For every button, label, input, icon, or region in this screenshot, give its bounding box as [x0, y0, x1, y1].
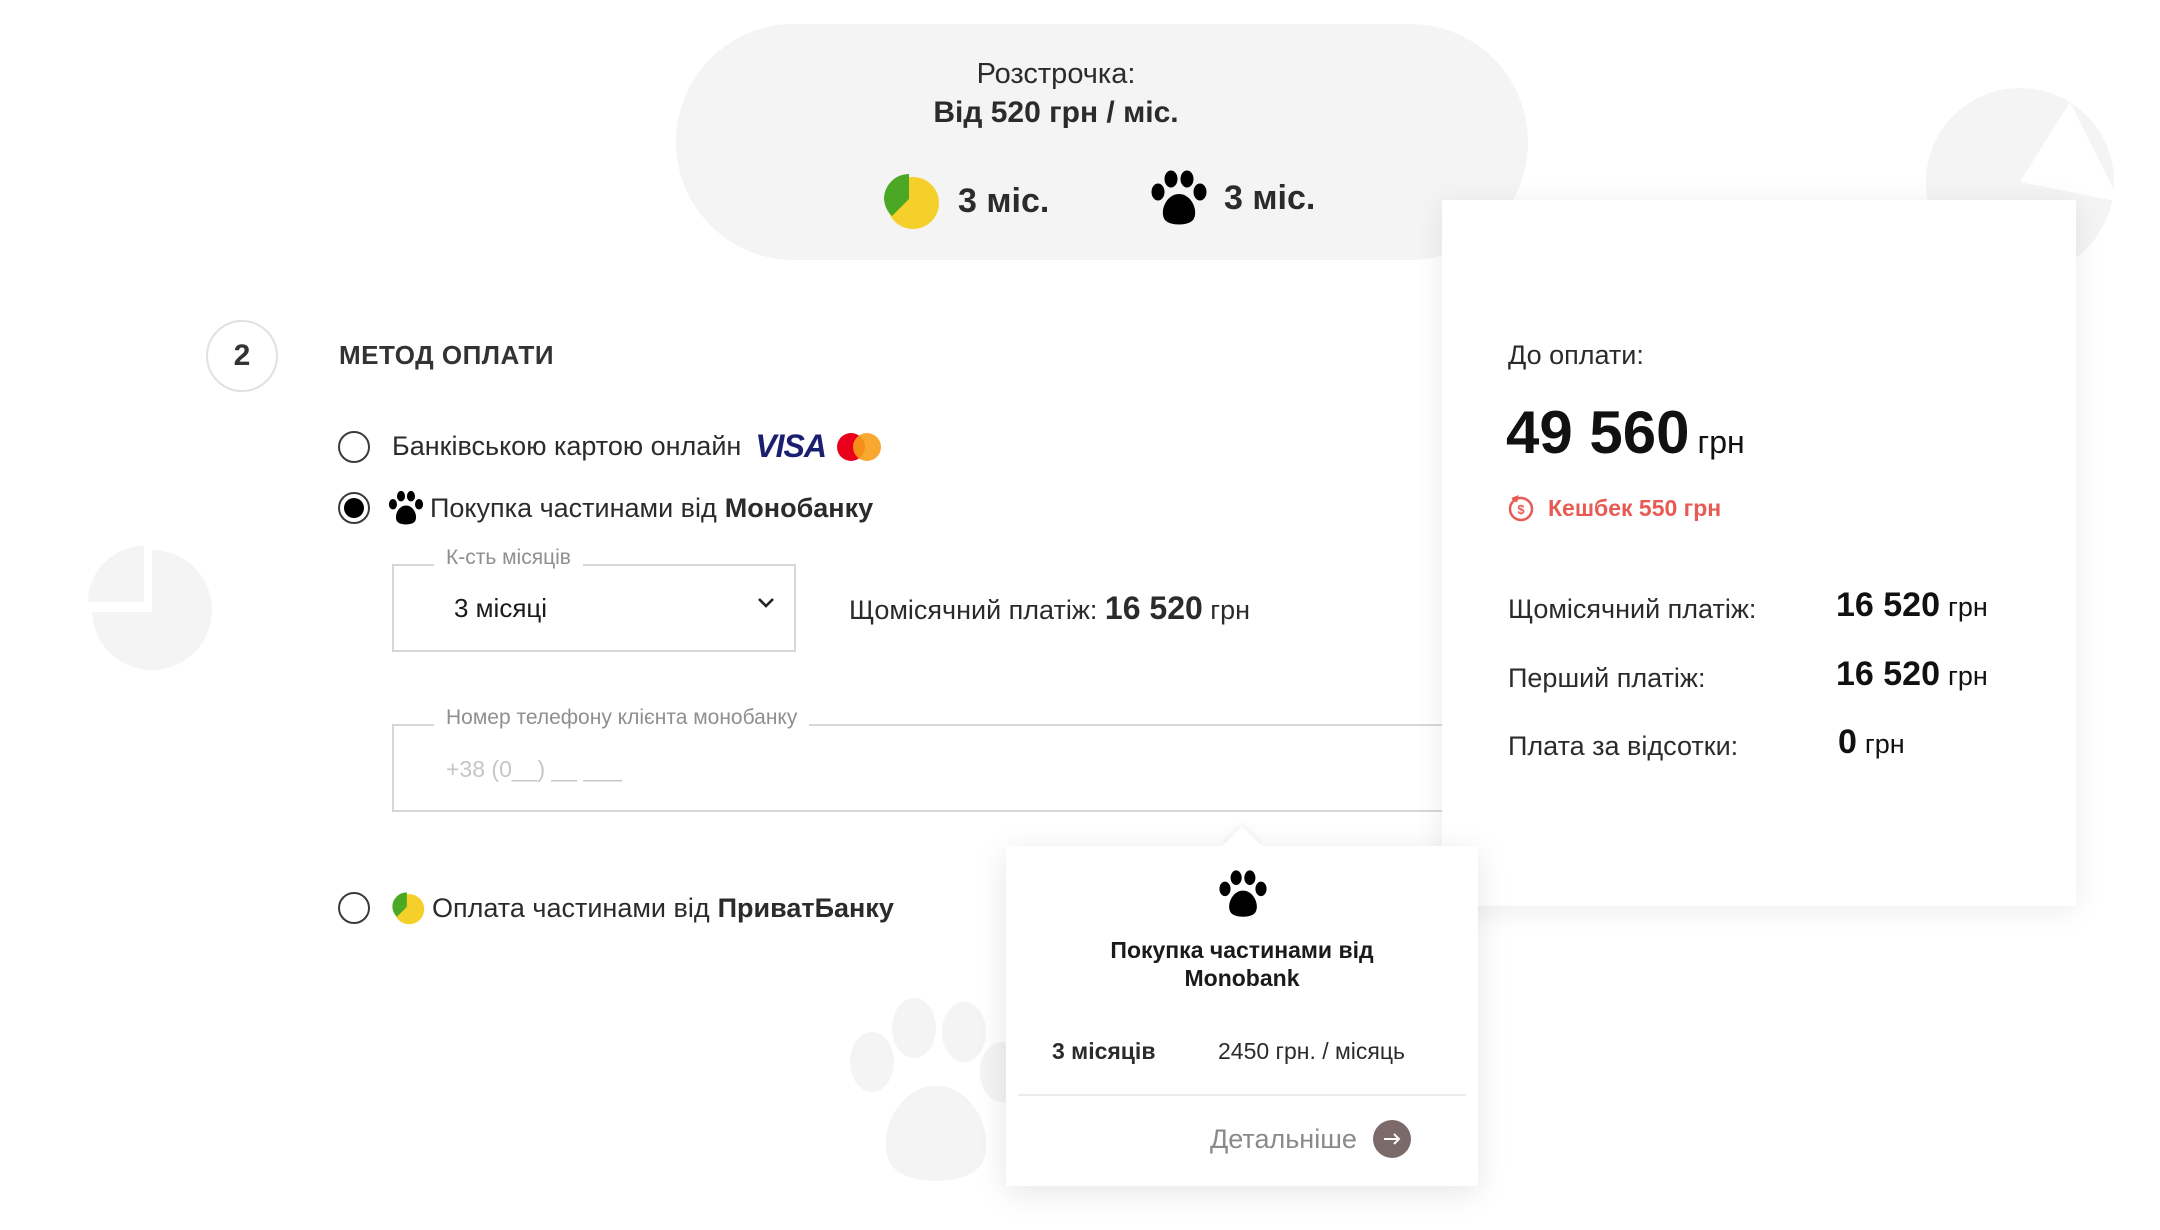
details-link[interactable]: Детальніше	[1210, 1120, 1411, 1158]
tooltip-title-line2: Monobank	[1184, 965, 1300, 991]
payment-option-label-prefix: Оплата частинами від	[432, 892, 710, 923]
installment-subtitle: Від 520 грн / міс.	[933, 96, 1179, 129]
cashback-icon: $	[1508, 494, 1534, 522]
payment-option-monobank[interactable]: Покупка частинами від Монобанку	[338, 490, 873, 526]
radio-card[interactable]	[338, 430, 370, 463]
phone-input-legend: Номер телефону клієнта монобанку	[434, 706, 810, 730]
section-title: МЕТОД ОПЛАТИ	[339, 340, 555, 370]
summary-total: 49 560 грн	[1506, 398, 1745, 467]
payment-option-privatbank[interactable]: Оплата частинами від ПриватБанку	[338, 890, 894, 926]
payment-option-label-bank: Монобанку	[724, 492, 874, 523]
visa-icon: VISA	[755, 428, 827, 464]
months-select-legend: К-сть місяців	[434, 546, 583, 570]
svg-text:$: $	[1517, 502, 1525, 517]
tooltip-term: 3 місяців	[1052, 1038, 1156, 1064]
installment-title: Розстрочка:	[976, 58, 1136, 90]
monthly-payment-inline: Щомісячний платіж: 16 520 грн	[849, 590, 1250, 627]
arrow-right-icon[interactable]	[1372, 1120, 1411, 1158]
payment-option-label-bank: ПриватБанку	[717, 892, 894, 923]
summary-row-amount: 0	[1838, 723, 1857, 761]
tooltip-title-line1: Покупка частинами від	[1110, 937, 1374, 963]
decor-pie-left	[88, 546, 212, 670]
monthly-payment-currency: грн	[1210, 595, 1251, 625]
order-summary-card	[1442, 200, 2076, 906]
privatbank-icon	[884, 174, 939, 229]
radio-monobank[interactable]	[338, 492, 370, 524]
tooltip-price: 2450 грн. / місяць	[1218, 1038, 1406, 1064]
summary-total-currency: грн	[1697, 424, 1745, 460]
summary-row-value: 16 520 грн	[1836, 586, 1988, 625]
installment-option-label: 3 міс.	[958, 181, 1050, 220]
summary-row-currency: грн	[1948, 661, 1988, 691]
paw-icon	[1151, 170, 1207, 225]
privatbank-icon	[392, 892, 425, 925]
summary-row-label: Плата за відсотки:	[1508, 731, 1739, 761]
cashback-badge: $ Кешбек 550 грн	[1506, 493, 1721, 523]
paw-icon	[388, 490, 424, 525]
months-select-value: 3 місяці	[454, 592, 548, 623]
installment-option-privatbank[interactable]: 3 міс.	[880, 170, 1049, 232]
paw-icon	[1219, 870, 1267, 917]
monthly-payment-label: Щомісячний платіж:	[849, 595, 1098, 625]
summary-row-amount: 16 520	[1836, 586, 1940, 624]
summary-row-currency: грн	[1948, 592, 1988, 622]
step-number: 2	[206, 320, 278, 392]
installment-option-monobank[interactable]: 3 міс.	[1150, 170, 1315, 226]
months-select[interactable]: 3 місяці	[392, 564, 796, 652]
phone-input-placeholder: +38 (0__) __ ___	[446, 756, 622, 782]
mastercard-icon	[837, 432, 881, 461]
summary-row-label: Перший платіж:	[1508, 663, 1706, 693]
summary-total-value: 49 560	[1506, 399, 1690, 466]
payment-option-label-prefix: Покупка частинами від	[430, 492, 717, 523]
details-link-label: Детальніше	[1210, 1123, 1357, 1154]
summary-row-label: Щомісячний платіж:	[1508, 594, 1757, 624]
payment-option-label: Банківською картою онлайн	[392, 431, 742, 461]
payment-option-card[interactable]: Банківською картою онлайн VISA	[338, 428, 882, 465]
summary-label: До оплати:	[1508, 340, 1644, 370]
summary-row-currency: грн	[1864, 729, 1905, 759]
monthly-payment-value: 16 520	[1104, 590, 1203, 626]
summary-row-value: 0 грн	[1838, 723, 1905, 762]
summary-row-amount: 16 520	[1836, 655, 1940, 693]
installment-option-label: 3 міс.	[1224, 178, 1316, 217]
tooltip-divider	[1018, 1094, 1466, 1096]
tooltip-title: Покупка частинами від Monobank	[1006, 936, 1478, 992]
radio-privatbank[interactable]	[338, 892, 370, 924]
summary-row-value: 16 520 грн	[1836, 655, 1988, 694]
chevron-down-icon	[758, 598, 774, 608]
cashback-text: Кешбек 550 грн	[1548, 494, 1722, 521]
